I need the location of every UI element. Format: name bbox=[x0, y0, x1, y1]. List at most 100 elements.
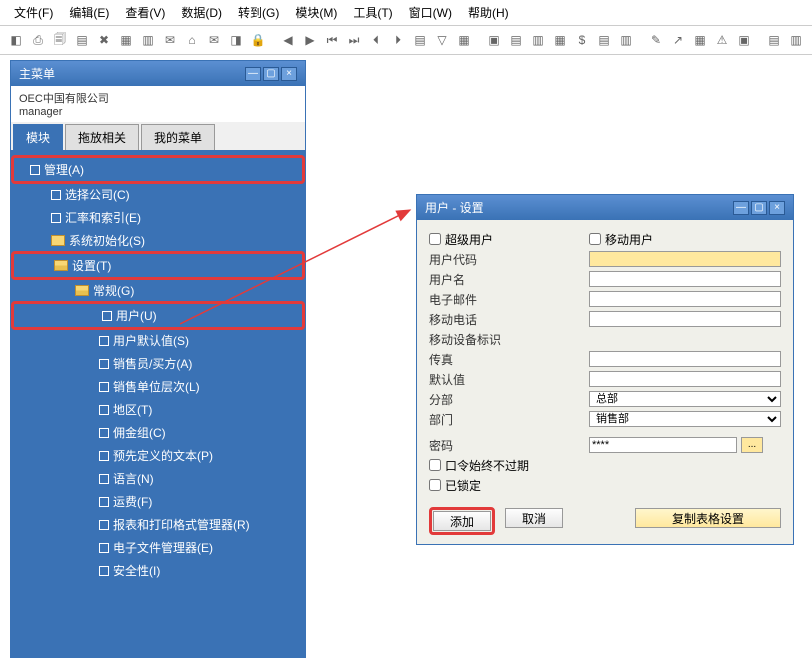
filter-icon[interactable]: ▽ bbox=[432, 30, 452, 50]
lbl-mobile: 移动电话 bbox=[429, 311, 519, 328]
dialog-titlebar: 用户 - 设置 — ▢ × bbox=[417, 195, 793, 220]
tree-item[interactable]: 报表和打印格式管理器(R) bbox=[11, 513, 305, 536]
menu-view[interactable]: 查看(V) bbox=[117, 2, 173, 23]
toolbar-icon[interactable]: ▥ bbox=[616, 30, 636, 50]
toolbar-icon[interactable]: ✉ bbox=[204, 30, 224, 50]
minimize-icon[interactable]: — bbox=[733, 201, 749, 215]
tree-item[interactable]: 系统初始化(S) bbox=[11, 229, 305, 252]
copy-settings-button[interactable]: 复制表格设置 bbox=[635, 508, 781, 528]
tree-label: 语言(N) bbox=[113, 470, 154, 487]
input-username[interactable] bbox=[589, 271, 781, 287]
toolbar-icon[interactable]: ▦ bbox=[454, 30, 474, 50]
add-button[interactable]: 添加 bbox=[433, 511, 491, 531]
menu-help[interactable]: 帮助(H) bbox=[460, 2, 517, 23]
menu-module[interactable]: 模块(M) bbox=[287, 2, 345, 23]
close-icon[interactable]: × bbox=[281, 67, 297, 81]
tree-item[interactable]: 汇率和索引(E) bbox=[11, 206, 305, 229]
toolbar-icon[interactable]: ✉ bbox=[160, 30, 180, 50]
input-usercode[interactable] bbox=[589, 251, 781, 267]
tree-item[interactable]: 安全性(I) bbox=[11, 559, 305, 582]
tree-label: 设置(T) bbox=[72, 257, 111, 274]
chk-neverexpire[interactable] bbox=[429, 459, 441, 471]
tree-label: 报表和打印格式管理器(R) bbox=[113, 516, 250, 533]
lock-icon[interactable]: 🔒 bbox=[248, 30, 268, 50]
toolbar-icon[interactable]: ▥ bbox=[528, 30, 548, 50]
chk-mobileuser[interactable] bbox=[589, 233, 601, 245]
input-defaults[interactable] bbox=[589, 371, 781, 387]
maximize-icon[interactable]: ▢ bbox=[263, 67, 279, 81]
toolbar-icon[interactable]: 🗐 bbox=[50, 30, 70, 50]
input-fax[interactable] bbox=[589, 351, 781, 367]
tree-item[interactable]: 预先定义的文本(P) bbox=[11, 444, 305, 467]
toolbar-icon[interactable]: ▤ bbox=[506, 30, 526, 50]
input-password[interactable] bbox=[589, 437, 737, 453]
lbl-defaults: 默认值 bbox=[429, 371, 519, 388]
tree-item[interactable]: 销售单位层次(L) bbox=[11, 375, 305, 398]
tree-item[interactable]: 地区(T) bbox=[11, 398, 305, 421]
toolbar-icon[interactable]: ↗ bbox=[668, 30, 688, 50]
close-icon[interactable]: × bbox=[769, 201, 785, 215]
toolbar-icon[interactable]: ▥ bbox=[138, 30, 158, 50]
toolbar-icon[interactable]: ⌂ bbox=[182, 30, 202, 50]
menu-tools[interactable]: 工具(T) bbox=[345, 2, 400, 23]
minimize-icon[interactable]: — bbox=[245, 67, 261, 81]
tree-item-admin[interactable]: 管理(A) bbox=[11, 155, 305, 184]
main-menu-panel: 主菜单 — ▢ × OEC中国有限公司 manager 模块 拖放相关 我的菜单… bbox=[10, 60, 306, 658]
toolbar-icon[interactable]: ▦ bbox=[550, 30, 570, 50]
toolbar-icon[interactable]: ⏭ bbox=[344, 30, 364, 50]
maximize-icon[interactable]: ▢ bbox=[751, 201, 767, 215]
tree-label: 运费(F) bbox=[113, 493, 152, 510]
tree-item[interactable]: 运费(F) bbox=[11, 490, 305, 513]
warning-icon[interactable]: ⚠ bbox=[712, 30, 732, 50]
toolbar-icon[interactable]: ▣ bbox=[734, 30, 754, 50]
excel-icon[interactable]: ▦ bbox=[116, 30, 136, 50]
toolbar-icon[interactable]: ▥ bbox=[786, 30, 806, 50]
menu-goto[interactable]: 转到(G) bbox=[230, 2, 287, 23]
print-icon[interactable]: ⎙ bbox=[28, 30, 48, 50]
item-icon bbox=[99, 566, 109, 576]
toolbar-icon[interactable]: ◨ bbox=[226, 30, 246, 50]
tree-item[interactable]: 佣金组(C) bbox=[11, 421, 305, 444]
toolbar-icon[interactable]: ⏵ bbox=[388, 30, 408, 50]
cancel-button[interactable]: 取消 bbox=[505, 508, 563, 528]
company-name: OEC中国有限公司 bbox=[19, 90, 297, 106]
select-branch[interactable]: 总部 bbox=[589, 391, 781, 407]
tree-item[interactable]: 语言(N) bbox=[11, 467, 305, 490]
menu-file[interactable]: 文件(F) bbox=[6, 2, 61, 23]
tab-module[interactable]: 模块 bbox=[13, 124, 63, 150]
menu-data[interactable]: 数据(D) bbox=[173, 2, 230, 23]
toolbar-icon[interactable]: ◧ bbox=[6, 30, 26, 50]
toolbar-icon[interactable]: ▤ bbox=[764, 30, 784, 50]
tree-item[interactable]: 销售员/买方(A) bbox=[11, 352, 305, 375]
toolbar-icon[interactable]: ▤ bbox=[594, 30, 614, 50]
password-more-button[interactable]: ... bbox=[741, 437, 763, 453]
toolbar: ◧ ⎙ 🗐 ▤ ✖ ▦ ▥ ✉ ⌂ ✉ ◨ 🔒 ◀ ▶ ⏮ ⏭ ⏴ ⏵ ▤ ▽ … bbox=[0, 26, 812, 55]
toolbar-icon[interactable]: ▤ bbox=[410, 30, 430, 50]
tree-item[interactable]: 电子文件管理器(E) bbox=[11, 536, 305, 559]
chk-superuser[interactable] bbox=[429, 233, 441, 245]
tree-label: 佣金组(C) bbox=[113, 424, 166, 441]
tree-item[interactable]: 选择公司(C) bbox=[11, 183, 305, 206]
toolbar-icon[interactable]: ⏮ bbox=[322, 30, 342, 50]
tree-item[interactable]: 用户(U) bbox=[11, 301, 305, 330]
tree-item[interactable]: 用户默认值(S) bbox=[11, 329, 305, 352]
toolbar-icon[interactable]: ▶ bbox=[300, 30, 320, 50]
select-dept[interactable]: 销售部 bbox=[589, 411, 781, 427]
tree-item[interactable]: 常规(G) bbox=[11, 279, 305, 302]
input-mobile[interactable] bbox=[589, 311, 781, 327]
toolbar-icon[interactable]: $ bbox=[572, 30, 592, 50]
toolbar-icon[interactable]: ▦ bbox=[690, 30, 710, 50]
tab-drag[interactable]: 拖放相关 bbox=[65, 124, 139, 150]
toolbar-icon[interactable]: ◀ bbox=[278, 30, 298, 50]
edit-icon[interactable]: ✎ bbox=[646, 30, 666, 50]
menu-window[interactable]: 窗口(W) bbox=[401, 2, 460, 23]
toolbar-icon[interactable]: ✖ bbox=[94, 30, 114, 50]
chk-locked[interactable] bbox=[429, 479, 441, 491]
tab-mymenu[interactable]: 我的菜单 bbox=[141, 124, 215, 150]
toolbar-icon[interactable]: ▣ bbox=[484, 30, 504, 50]
menu-edit[interactable]: 编辑(E) bbox=[61, 2, 117, 23]
input-email[interactable] bbox=[589, 291, 781, 307]
toolbar-icon[interactable]: ▤ bbox=[72, 30, 92, 50]
tree-item[interactable]: 设置(T) bbox=[11, 251, 305, 280]
toolbar-icon[interactable]: ⏴ bbox=[366, 30, 386, 50]
